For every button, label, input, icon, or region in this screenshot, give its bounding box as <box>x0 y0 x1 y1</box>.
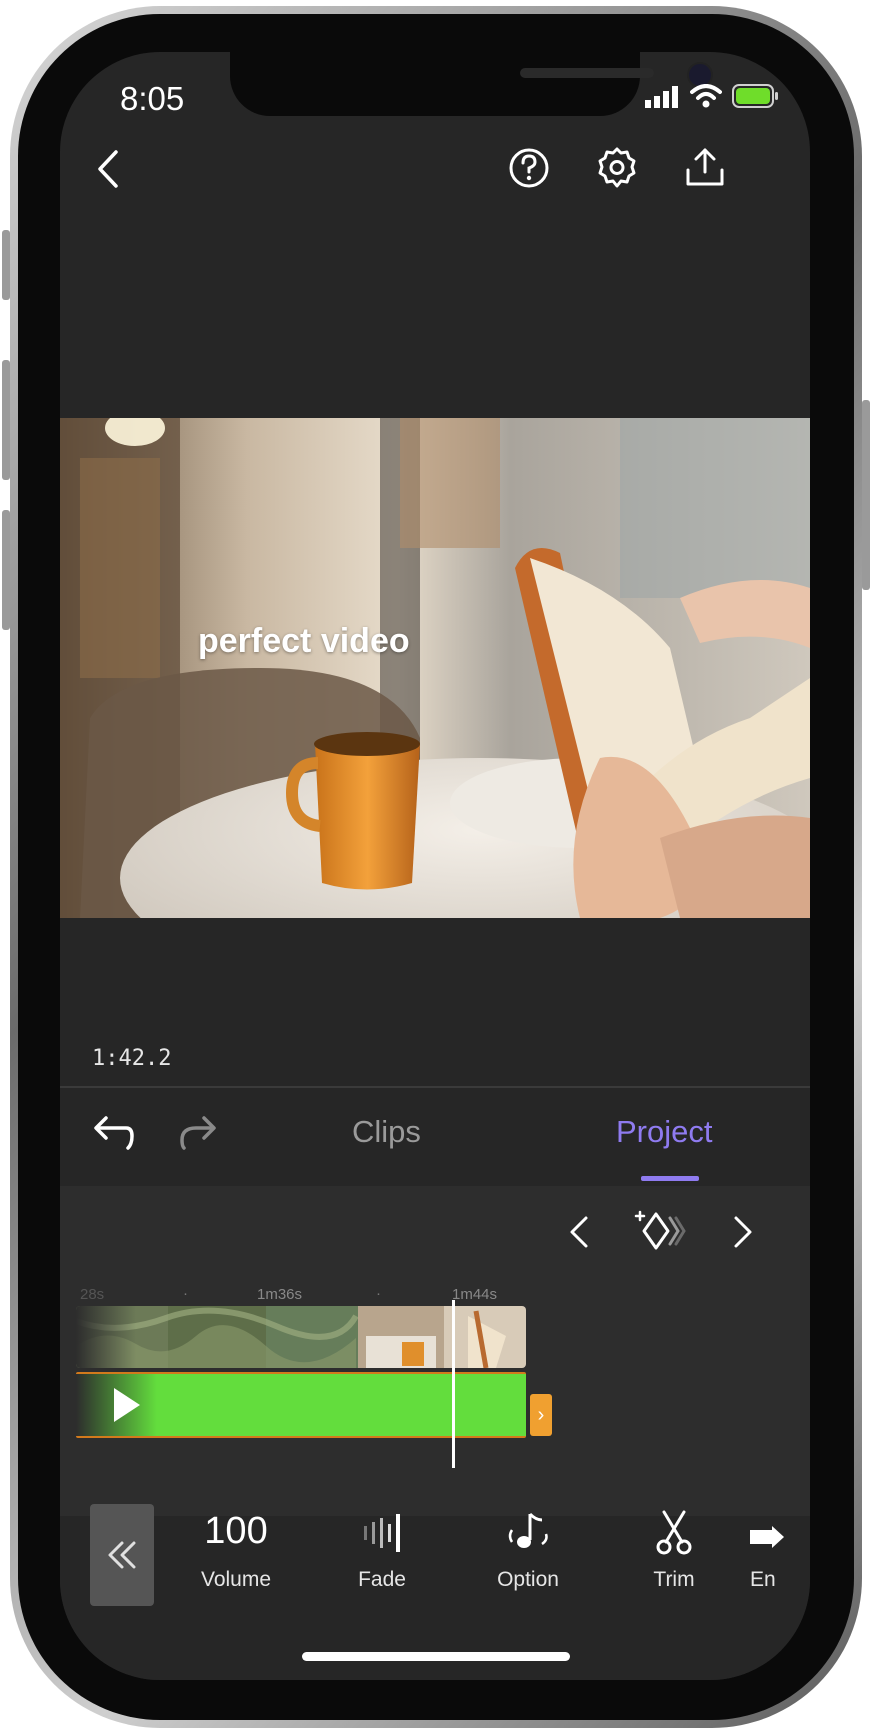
collapse-button[interactable] <box>90 1504 154 1606</box>
status-time: 8:05 <box>120 80 185 117</box>
settings-button[interactable] <box>594 145 640 191</box>
mute-switch <box>2 230 10 300</box>
tool-fade[interactable]: Fade <box>322 1510 442 1620</box>
video-preview[interactable] <box>60 418 810 918</box>
play-icon <box>114 1388 140 1422</box>
video-overlay-text[interactable]: perfect video <box>198 622 410 661</box>
ruler-label-2: 1m36s <box>257 1286 303 1303</box>
ruler-label-3: 1m44s <box>452 1286 498 1303</box>
tool-label: Trim <box>653 1568 695 1591</box>
ruler-dot: · <box>376 1285 381 1302</box>
undo-button[interactable] <box>86 1108 136 1158</box>
chevron-right-icon <box>734 1216 752 1248</box>
tab-project[interactable]: Project <box>616 1114 712 1150</box>
undo-icon <box>94 1116 134 1150</box>
timeline-area: 28s · 1m36s · 1m44s › <box>60 1186 810 1516</box>
clip-thumbnails <box>76 1306 526 1368</box>
home-indicator <box>302 1652 570 1661</box>
active-tab-indicator <box>641 1176 699 1181</box>
speaker <box>520 68 654 78</box>
keyframe-add-icon <box>634 1210 686 1250</box>
add-keyframe-button[interactable] <box>632 1208 692 1254</box>
screen: 8:05 perfect video 1:42.2 Clips Project … <box>60 52 810 1680</box>
battery-icon <box>732 84 780 113</box>
gear-icon <box>598 147 636 188</box>
chevron-left-icon <box>570 1216 588 1248</box>
power-button <box>862 400 870 590</box>
tool-option[interactable]: Option <box>468 1510 588 1620</box>
audio-track[interactable] <box>76 1372 526 1438</box>
tool-label: Option <box>497 1568 559 1591</box>
wifi-icon <box>690 84 722 113</box>
tab-clips[interactable]: Clips <box>352 1114 421 1150</box>
tool-trim[interactable]: Trim <box>614 1510 734 1620</box>
tool-label: En <box>750 1568 776 1591</box>
tool-label: Volume <box>200 1568 272 1591</box>
redo-icon <box>180 1116 216 1150</box>
playhead[interactable] <box>452 1300 455 1468</box>
redo-button[interactable] <box>174 1108 224 1158</box>
volume-down-button <box>2 510 10 630</box>
video-clip-strip[interactable] <box>76 1306 526 1368</box>
partial-icon <box>750 1526 784 1548</box>
next-keyframe-button[interactable] <box>722 1212 762 1252</box>
tab-bar: Clips Project <box>60 1088 810 1186</box>
scissors-icon <box>656 1510 692 1555</box>
volume-value: 100 <box>204 1510 268 1552</box>
prev-keyframe-button[interactable] <box>560 1212 600 1252</box>
notch <box>230 52 713 116</box>
help-button[interactable] <box>506 145 552 191</box>
double-chevron-left-icon <box>108 1541 136 1569</box>
ruler-label-1: 28s <box>80 1286 105 1303</box>
share-button[interactable] <box>682 144 728 190</box>
volume-up-button <box>2 360 10 480</box>
upload-icon <box>686 148 724 186</box>
back-button[interactable] <box>86 144 136 194</box>
help-circle-icon <box>509 148 549 188</box>
tool-label: Fade <box>358 1568 406 1591</box>
music-note-icon <box>508 1512 548 1548</box>
tool-volume[interactable]: 100 Volume <box>176 1510 296 1620</box>
chevron-left-icon <box>98 150 118 188</box>
trim-handle[interactable]: › <box>530 1394 552 1436</box>
fade-icon <box>364 1514 400 1552</box>
playback-time: 1:42.2 <box>92 1046 172 1071</box>
signal-icon <box>645 86 681 113</box>
video-frame-image <box>60 418 810 918</box>
tool-partial[interactable]: En <box>750 1510 810 1620</box>
ruler-dot: · <box>183 1285 188 1302</box>
